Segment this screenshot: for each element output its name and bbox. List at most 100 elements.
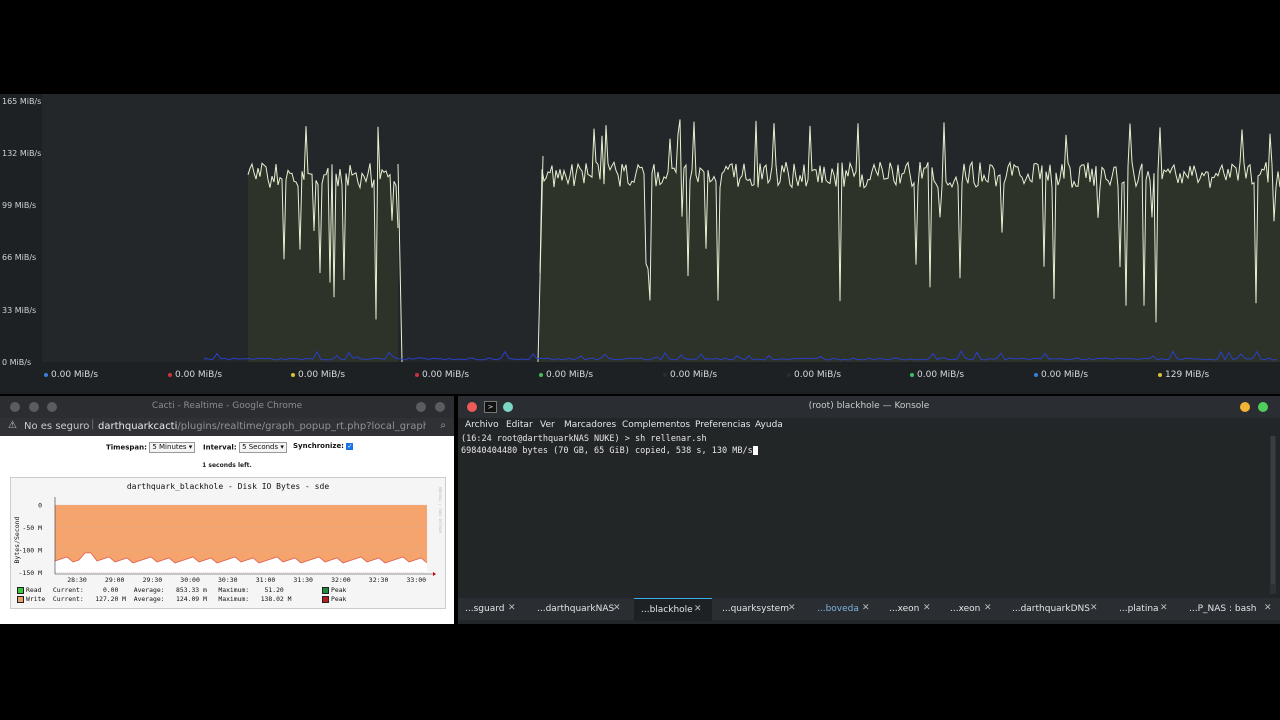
legend-value: 129 MiB/s <box>1165 370 1210 380</box>
legend-entry: 0.00 MiB/s <box>44 370 98 380</box>
legend-entry: 0.00 MiB/s <box>539 370 593 380</box>
tab-label: ...platina <box>1119 604 1159 614</box>
legend-entry: 129 MiB/s <box>1158 370 1209 380</box>
interval-select[interactable]: 5 Seconds ▾ <box>239 442 287 453</box>
menu-archivo[interactable]: Archivo <box>465 420 499 430</box>
synchronize-checkbox[interactable]: ✓ <box>346 442 354 450</box>
legend-read: Read Current: 0.00 Average: 853.33 m Max… <box>17 586 284 594</box>
y-tick-label: -50 M <box>22 524 42 532</box>
legend-entry: 0.00 MiB/s <box>787 370 841 380</box>
menu-editar[interactable]: Editar <box>506 420 533 430</box>
legend-entry: 0.00 MiB/s <box>663 370 717 380</box>
chrome-titlebar[interactable]: Cacti - Realtime - Google Chrome <box>0 396 454 418</box>
x-tick-label: 31:00 <box>256 576 276 584</box>
page-content: Timespan: 5 Minutes ▾ Interval: 5 Second… <box>0 436 454 624</box>
tab-darthquarkdns[interactable]: ...darthquarkDNS ✕ <box>1006 598 1106 620</box>
window-title: Cacti - Realtime - Google Chrome <box>151 401 303 411</box>
close-icon[interactable]: ✕ <box>1090 603 1098 613</box>
tab-label: ...sguard <box>465 604 505 614</box>
legend-entry: 0.00 MiB/s <box>291 370 345 380</box>
y-axis-label: 33 MiB/s <box>2 306 37 315</box>
tab-xeon[interactable]: ...xeon ✕ <box>883 598 943 620</box>
legend-entry: 0.00 MiB/s <box>1034 370 1088 380</box>
y-axis-label: 165 MiB/s <box>2 97 42 106</box>
interval-control: Interval: 5 Seconds ▾ <box>203 442 287 453</box>
throughput-line <box>397 155 544 363</box>
legend-dot <box>910 372 914 377</box>
y-axis-label: 132 MiB/s <box>2 149 42 158</box>
tab-platina[interactable]: ...platina ✕ <box>1113 598 1181 620</box>
close-icon[interactable]: ✕ <box>508 603 516 613</box>
close-icon[interactable]: ✕ <box>923 603 931 613</box>
tab-label: ...quarksystem <box>722 604 789 614</box>
tab-darthquarknas[interactable]: ...darthquarkNAS ✕ <box>535 598 633 620</box>
legend-value: 0.00 MiB/s <box>51 370 99 380</box>
read-legend-text: Read Current: 0.00 Average: 853.33 m Max… <box>26 586 284 594</box>
terminal-output[interactable]: (16:24 root@darthquarkNAS NUKE) > sh rel… <box>458 434 1268 594</box>
y-axis-label: 99 MiB/s <box>2 201 37 210</box>
url-text[interactable]: darthquarkcacti/plugins/realtime/graph_p… <box>98 421 426 432</box>
timespan-select[interactable]: 5 Minutes ▾ <box>149 442 196 453</box>
tab-xeon-2[interactable]: ...xeon ✕ <box>944 598 1004 620</box>
close-icon[interactable]: ✕ <box>1160 603 1168 613</box>
tab-label: ...darthquarkNAS <box>537 604 615 614</box>
throughput-fill <box>248 126 398 362</box>
tab-label: ...blackhole <box>641 605 693 615</box>
menu-ayuda[interactable]: Ayuda <box>755 420 783 430</box>
minimize-icon[interactable] <box>1240 402 1250 412</box>
menu-preferencias[interactable]: Preferencias <box>695 420 750 430</box>
x-tick-label: 32:30 <box>369 576 389 584</box>
legend-dot <box>663 372 667 377</box>
minimize-icon[interactable] <box>416 402 426 412</box>
legend-dot <box>44 372 48 377</box>
close-icon[interactable]: ✕ <box>788 603 796 613</box>
legend-entry: 0.00 MiB/s <box>415 370 469 380</box>
legend-dot <box>168 372 172 377</box>
legend-value: 0.00 MiB/s <box>298 370 346 380</box>
maximize-icon[interactable] <box>1258 402 1268 412</box>
close-icon[interactable]: ✕ <box>984 603 992 613</box>
throughput-plot <box>204 119 1280 363</box>
tab-label: ...boveda <box>817 604 859 614</box>
search-icon[interactable]: ⌕ <box>440 420 446 431</box>
y-tick-label: -100 M <box>19 547 43 555</box>
close-icon[interactable]: ✕ <box>862 603 870 613</box>
scrollbar[interactable] <box>1270 436 1276 594</box>
legend-peak-read: Peak <box>322 586 346 594</box>
menu-complementos[interactable]: Complementos <box>622 420 690 430</box>
legend-value: 0.00 MiB/s <box>546 370 594 380</box>
tab-p-nas-bash[interactable]: ...P_NAS : bash ✕ <box>1183 598 1280 620</box>
konsole-titlebar[interactable]: > (root) blackhole — Konsole <box>458 396 1280 418</box>
menu-marcadores[interactable]: Marcadores <box>564 420 616 430</box>
legend-dot <box>415 372 419 377</box>
address-bar[interactable]: ⚠ No es seguro | darthquarkcacti/plugins… <box>0 418 454 436</box>
tab-blackhole[interactable]: ...blackhole ✕ <box>634 598 712 621</box>
x-tick-label: 29:00 <box>105 576 125 584</box>
x-tick-label: 32:00 <box>331 576 351 584</box>
konsole-window: > (root) blackhole — Konsole Archivo Edi… <box>458 396 1280 624</box>
axis-arrow <box>433 572 436 576</box>
y-axis-label: 0 MiB/s <box>2 358 32 367</box>
close-icon[interactable] <box>435 402 445 412</box>
legend-dot <box>787 372 791 377</box>
interval-value: 5 Seconds <box>242 443 279 451</box>
window-title: (root) blackhole — Konsole <box>808 401 930 411</box>
menu-ver[interactable]: Ver <box>540 420 555 430</box>
tab-sguard[interactable]: ...sguard ✕ <box>458 598 534 620</box>
close-icon[interactable]: ✕ <box>1264 603 1272 613</box>
legend-dot <box>1158 372 1162 377</box>
tab-label: ...xeon <box>889 604 920 614</box>
close-icon[interactable]: ✕ <box>613 603 621 613</box>
menu-bar: Archivo Editar Ver Marcadores Complement… <box>458 418 1280 434</box>
security-status[interactable]: No es seguro <box>24 421 89 432</box>
close-icon[interactable]: ✕ <box>694 604 702 614</box>
tab-bar: ...sguard ✕ ...darthquarkNAS ✕ ...blackhol… <box>458 598 1280 621</box>
legend-write: Write Current: 127.20 M Average: 124.09 … <box>17 595 291 603</box>
tab-quarksystem[interactable]: ...quarksystem ✕ <box>716 598 808 620</box>
warning-icon[interactable]: ⚠ <box>8 420 17 431</box>
scrollbar-thumb[interactable] <box>1271 436 1275 584</box>
timespan-control: Timespan: 5 Minutes ▾ <box>106 442 196 453</box>
legend-dot <box>539 372 543 377</box>
chrome-window: Cacti - Realtime - Google Chrome ⚠ No es… <box>0 396 454 624</box>
tab-boveda[interactable]: ...boveda ✕ <box>811 598 881 620</box>
